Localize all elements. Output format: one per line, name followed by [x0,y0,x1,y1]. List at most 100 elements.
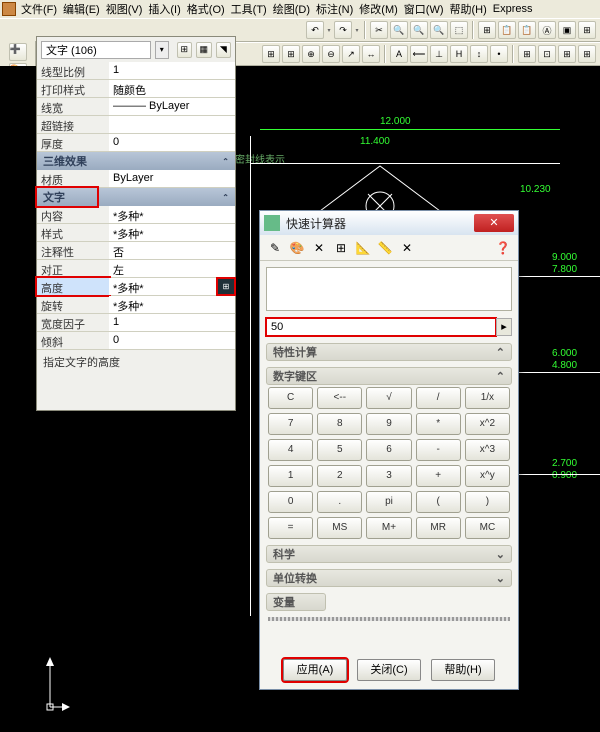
sect-property-calc[interactable]: 特性计算⌃ [266,343,512,361]
ct-help[interactable]: ❓ [494,239,512,257]
key-*[interactable]: * [416,413,461,435]
prop-value[interactable] [109,116,235,133]
key-x^2[interactable]: x^2 [465,413,510,435]
t3-i4[interactable]: ↗ [342,45,360,63]
key-pi[interactable]: pi [366,491,411,513]
key-=[interactable]: = [268,517,313,539]
prop-value[interactable]: 1 [109,314,235,331]
key-+[interactable]: + [416,465,461,487]
t3-i10[interactable]: ↕ [470,45,488,63]
menu-help[interactable]: 帮助(H) [447,0,490,18]
t3-i13[interactable]: ⊡ [538,45,556,63]
key-<--[interactable]: <-- [317,387,362,409]
prop-value[interactable]: *多种* [109,296,235,313]
menu-insert[interactable]: 插入(I) [145,0,183,18]
menu-dim[interactable]: 标注(N) [313,0,356,18]
key-6[interactable]: 6 [366,439,411,461]
help-button[interactable]: 帮助(H) [431,659,495,681]
ct-5[interactable]: 📏 [376,239,394,257]
menu-edit[interactable]: 编辑(E) [60,0,103,18]
t3-i3[interactable]: ⊖ [322,45,340,63]
prop-value[interactable]: *多种* [109,206,235,223]
prop-value[interactable]: 1 [109,62,235,79]
prop-value[interactable]: 随颜色 [109,80,235,97]
prop-value[interactable]: *多种* [109,224,235,241]
head-ico-1[interactable]: ▦ [196,42,211,58]
close-button[interactable]: ✕ [474,214,514,232]
t3-i1[interactable]: ⊞ [282,45,300,63]
undo-icon[interactable]: ↶ [306,21,324,39]
key-√[interactable]: √ [366,387,411,409]
prop-value[interactable]: *多种*⊞ [109,278,235,295]
apply-button[interactable]: 应用(A) [283,659,347,681]
table-icon[interactable]: ⊞ [578,21,596,39]
zoom-in-icon[interactable]: 🔍 [390,21,408,39]
calc-display[interactable] [266,267,512,311]
calc-result-input[interactable] [266,318,496,336]
key-5[interactable]: 5 [317,439,362,461]
key-3[interactable]: 3 [366,465,411,487]
key-([interactable]: ( [416,491,461,513]
menu-draw[interactable]: 绘图(D) [270,0,313,18]
key-C[interactable]: C [268,387,313,409]
zoom-ext-icon[interactable]: 🔍 [430,21,448,39]
key-MR[interactable]: MR [416,517,461,539]
t3-i5[interactable]: ↔ [362,45,380,63]
menu-tools[interactable]: 工具(T) [228,0,270,18]
key-M+[interactable]: M+ [366,517,411,539]
menu-window[interactable]: 窗口(W) [401,0,447,18]
sect-scientific[interactable]: 科学⌄ [266,545,512,563]
paste-icon[interactable]: 📋 [498,21,516,39]
copy-icon[interactable]: 📋 [518,21,536,39]
key-7[interactable]: 7 [268,413,313,435]
menu-format[interactable]: 格式(O) [184,0,228,18]
t3-i14[interactable]: ⊞ [558,45,576,63]
key-x^y[interactable]: x^y [465,465,510,487]
dd[interactable]: ▾ [326,22,332,38]
calc-result-apply-icon[interactable]: ▸ [496,318,512,336]
prop-value[interactable]: 左 [109,260,235,277]
object-type-dropdown[interactable] [41,41,151,59]
key-x^3[interactable]: x^3 [465,439,510,461]
zoom-out-icon[interactable]: 🔍 [410,21,428,39]
vtool-0[interactable]: ➕ [9,43,27,61]
grid-icon[interactable]: ⊞ [478,21,496,39]
key-0[interactable]: 0 [268,491,313,513]
close-button-2[interactable]: 关闭(C) [357,659,421,681]
prop-value[interactable]: ——— ByLayer [109,98,235,115]
key-9[interactable]: 9 [366,413,411,435]
menu-file[interactable]: 文件(F) [18,0,60,18]
text-icon[interactable]: Ⓐ [538,21,556,39]
section-3d[interactable]: 三维效果⌃ [37,152,235,170]
key-.[interactable]: . [317,491,362,513]
t3-i7[interactable]: ⟵ [410,45,428,63]
menu-modify[interactable]: 修改(M) [356,0,401,18]
t3-i12[interactable]: ⊞ [518,45,536,63]
key--[interactable]: - [416,439,461,461]
key-/[interactable]: / [416,387,461,409]
key-)[interactable]: ) [465,491,510,513]
ct-3[interactable]: ⊞ [332,239,350,257]
head-ico-0[interactable]: ⊞ [177,42,192,58]
t3-i0[interactable]: ⊞ [262,45,280,63]
ct-6[interactable]: ✕ [398,239,416,257]
t3-i2[interactable]: ⊕ [302,45,320,63]
key-MS[interactable]: MS [317,517,362,539]
ct-4[interactable]: 📐 [354,239,372,257]
sect-unit-conv[interactable]: 单位转换⌄ [266,569,512,587]
key-1[interactable]: 1 [268,465,313,487]
t3-i9[interactable]: H [450,45,468,63]
calculator-icon[interactable]: ⊞ [218,279,234,294]
sect-numpad[interactable]: 数字键区⌃ [266,367,512,385]
cut-icon[interactable]: ✂ [370,21,388,39]
key-MC[interactable]: MC [465,517,510,539]
ct-1[interactable]: 🎨 [288,239,306,257]
key-1/x[interactable]: 1/x [465,387,510,409]
key-8[interactable]: 8 [317,413,362,435]
menu-view[interactable]: 视图(V) [103,0,146,18]
prop-value[interactable]: 0 [109,134,235,151]
redo-icon[interactable]: ↷ [334,21,352,39]
head-ico-2[interactable]: ◥ [216,42,231,58]
calc-resize-grip[interactable] [268,617,510,621]
key-2[interactable]: 2 [317,465,362,487]
